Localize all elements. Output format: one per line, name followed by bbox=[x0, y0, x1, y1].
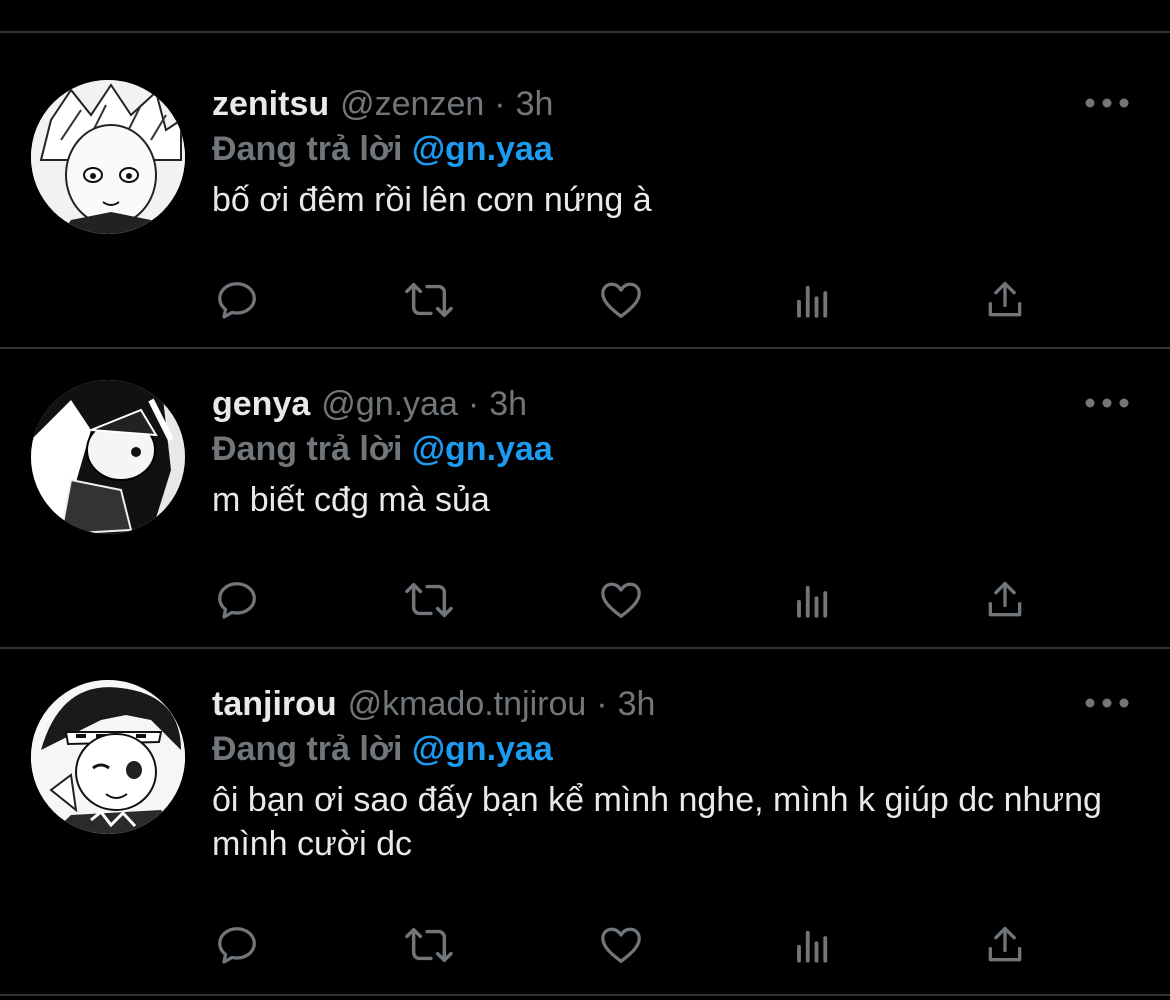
reply-icon bbox=[218, 582, 256, 619]
divider-bottom bbox=[0, 994, 1170, 996]
share-button[interactable] bbox=[980, 920, 1030, 970]
share-icon bbox=[988, 581, 1022, 617]
timestamp[interactable]: 3h bbox=[489, 385, 527, 424]
like-button[interactable] bbox=[596, 920, 646, 970]
timestamp[interactable]: 3h bbox=[516, 85, 554, 124]
tweet-header: genya @gn.yaa · 3h bbox=[212, 380, 527, 428]
timestamp[interactable]: 3h bbox=[618, 685, 656, 724]
retweet-button[interactable] bbox=[404, 275, 454, 325]
more-icon[interactable] bbox=[1084, 394, 1130, 412]
separator: · bbox=[467, 384, 480, 423]
replying-to: Đang trả lời @gn.yaa bbox=[212, 730, 553, 769]
more-icon[interactable] bbox=[1084, 694, 1130, 712]
replying-to: Đang trả lời @gn.yaa bbox=[212, 430, 553, 469]
analytics-icon bbox=[797, 285, 828, 318]
like-button[interactable] bbox=[596, 575, 646, 625]
tweet-header: zenitsu @zenzen · 3h bbox=[212, 80, 553, 128]
avatar[interactable] bbox=[31, 380, 185, 534]
separator: · bbox=[494, 84, 506, 123]
user-handle[interactable]: @gn.yaa bbox=[321, 385, 458, 424]
retweet-icon bbox=[405, 582, 453, 618]
heart-icon bbox=[601, 282, 641, 318]
action-bar bbox=[212, 275, 1042, 325]
reply-button[interactable] bbox=[212, 920, 262, 970]
replying-to: Đang trả lời @gn.yaa bbox=[212, 130, 553, 169]
action-bar bbox=[212, 575, 1042, 625]
retweet-icon bbox=[405, 282, 453, 318]
retweet-button[interactable] bbox=[404, 920, 454, 970]
avatar-image bbox=[31, 380, 185, 534]
divider bbox=[0, 647, 1170, 649]
share-icon bbox=[988, 281, 1022, 317]
retweet-icon bbox=[405, 927, 453, 963]
avatar[interactable] bbox=[31, 80, 185, 234]
reply-icon bbox=[218, 927, 256, 964]
more-icon[interactable] bbox=[1084, 94, 1130, 112]
mention-link[interactable]: @gn.yaa bbox=[412, 730, 553, 768]
user-handle[interactable]: @kmado.tnjirou bbox=[348, 685, 587, 724]
divider bbox=[0, 347, 1170, 349]
avatar-image bbox=[31, 680, 185, 834]
action-bar bbox=[212, 920, 1042, 970]
heart-icon bbox=[601, 927, 641, 963]
heart-icon bbox=[601, 582, 641, 618]
like-button[interactable] bbox=[596, 275, 646, 325]
replying-to-label: Đang trả lời bbox=[212, 430, 403, 468]
reply-button[interactable] bbox=[212, 575, 262, 625]
retweet-button[interactable] bbox=[404, 575, 454, 625]
tweet-text: m biết cđg mà sủa bbox=[212, 481, 490, 519]
tweet-header: tanjirou @kmado.tnjirou · 3h bbox=[212, 680, 655, 728]
analytics-icon bbox=[797, 585, 828, 618]
share-icon bbox=[988, 926, 1022, 962]
share-button[interactable] bbox=[980, 575, 1030, 625]
mention-link[interactable]: @gn.yaa bbox=[412, 130, 553, 168]
display-name[interactable]: genya bbox=[212, 385, 310, 424]
display-name[interactable]: tanjirou bbox=[212, 685, 337, 724]
analytics-icon bbox=[797, 930, 828, 963]
tweet-text: ôi bạn ơi sao đấy bạn kể mình nghe, mình… bbox=[212, 781, 1102, 863]
analytics-button[interactable] bbox=[788, 920, 838, 970]
analytics-button[interactable] bbox=[788, 575, 838, 625]
avatar[interactable] bbox=[31, 680, 185, 834]
divider-top bbox=[0, 31, 1170, 33]
user-handle[interactable]: @zenzen bbox=[340, 85, 484, 124]
reply-icon bbox=[218, 282, 256, 319]
share-button[interactable] bbox=[980, 275, 1030, 325]
reply-button[interactable] bbox=[212, 275, 262, 325]
analytics-button[interactable] bbox=[788, 275, 838, 325]
replying-to-label: Đang trả lời bbox=[212, 730, 403, 768]
replying-to-label: Đang trả lời bbox=[212, 130, 403, 168]
avatar-image bbox=[31, 80, 185, 234]
tweet-text: bố ơi đêm rồi lên cơn nứng à bbox=[212, 181, 652, 219]
mention-link[interactable]: @gn.yaa bbox=[412, 430, 553, 468]
display-name[interactable]: zenitsu bbox=[212, 85, 329, 124]
separator: · bbox=[596, 684, 608, 723]
